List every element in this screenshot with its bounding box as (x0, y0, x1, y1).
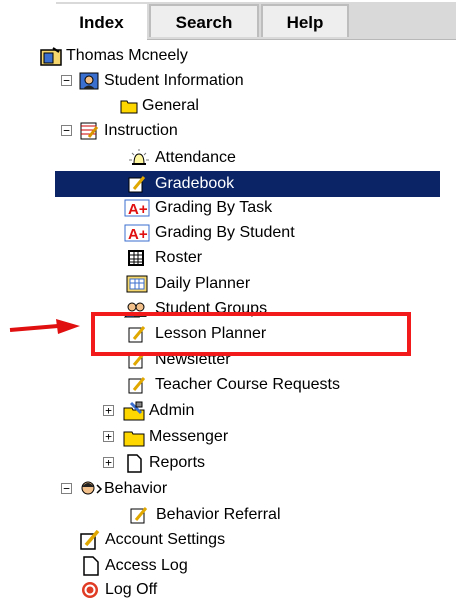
expand-icon[interactable]: + (103, 405, 114, 416)
course-requests-icon (128, 377, 146, 394)
tree-item-label: Behavior Referral (156, 506, 281, 523)
tree-item-label: Gradebook (155, 175, 235, 192)
home-portal-icon (40, 47, 62, 66)
document-icon (83, 556, 99, 576)
folder-icon (123, 431, 145, 447)
highlight-box (91, 312, 411, 356)
collapse-icon[interactable]: − (61, 483, 72, 494)
svg-text:A+: A+ (128, 201, 148, 217)
tree-item-label: Grading By Task (155, 199, 273, 216)
referral-icon (130, 507, 148, 524)
tree-item-label: General (142, 97, 199, 114)
tree-item-label: Student Information (104, 72, 244, 89)
tree-item-label: Behavior (104, 480, 168, 497)
folder-icon (120, 100, 138, 114)
red-arrow-icon (9, 319, 80, 334)
tree-item-label: Account Settings (105, 531, 226, 548)
tree-item-label: Messenger (149, 428, 229, 445)
grade-a-plus-icon: A+ (124, 199, 150, 217)
calendar-icon (126, 275, 148, 293)
tab-help[interactable]: Help (261, 4, 349, 37)
tree-item-label: Admin (149, 402, 195, 419)
tree-item-label: Reports (149, 454, 206, 471)
grade-a-plus-icon: A+ (124, 224, 150, 242)
document-icon (127, 454, 142, 473)
tree-item-label: Daily Planner (155, 275, 251, 292)
expand-icon[interactable]: + (103, 431, 114, 442)
svg-text:A+: A+ (128, 226, 148, 242)
tree-item-label: Instruction (104, 122, 178, 139)
instruction-notebook-icon (80, 122, 99, 140)
gradebook-icon (128, 176, 146, 193)
tree-item-label: Roster (155, 249, 203, 266)
tree-item-label: Grading By Student (155, 224, 295, 241)
tree-item-label: Access Log (105, 557, 188, 574)
tree-item-label: Thomas Mcneely (66, 47, 188, 64)
tab-bar: Index Search Help (56, 2, 456, 40)
tree-item-label: Attendance (155, 149, 236, 166)
tree-item-label: Teacher Course Requests (155, 376, 340, 393)
behavior-icon (81, 481, 103, 495)
roster-grid-icon (128, 250, 144, 266)
tab-index[interactable]: Index (56, 4, 147, 40)
collapse-icon[interactable]: − (61, 75, 72, 86)
collapse-icon[interactable]: − (61, 125, 72, 136)
selection-highlight (55, 171, 440, 197)
account-settings-icon (80, 530, 100, 550)
tree-item-label: Log Off (105, 581, 158, 598)
student-icon (79, 72, 99, 90)
admin-tools-icon (123, 401, 145, 421)
expand-icon[interactable]: + (103, 457, 114, 468)
attendance-bell-icon (129, 149, 149, 165)
tab-search[interactable]: Search (149, 4, 259, 37)
power-off-icon (82, 582, 98, 598)
